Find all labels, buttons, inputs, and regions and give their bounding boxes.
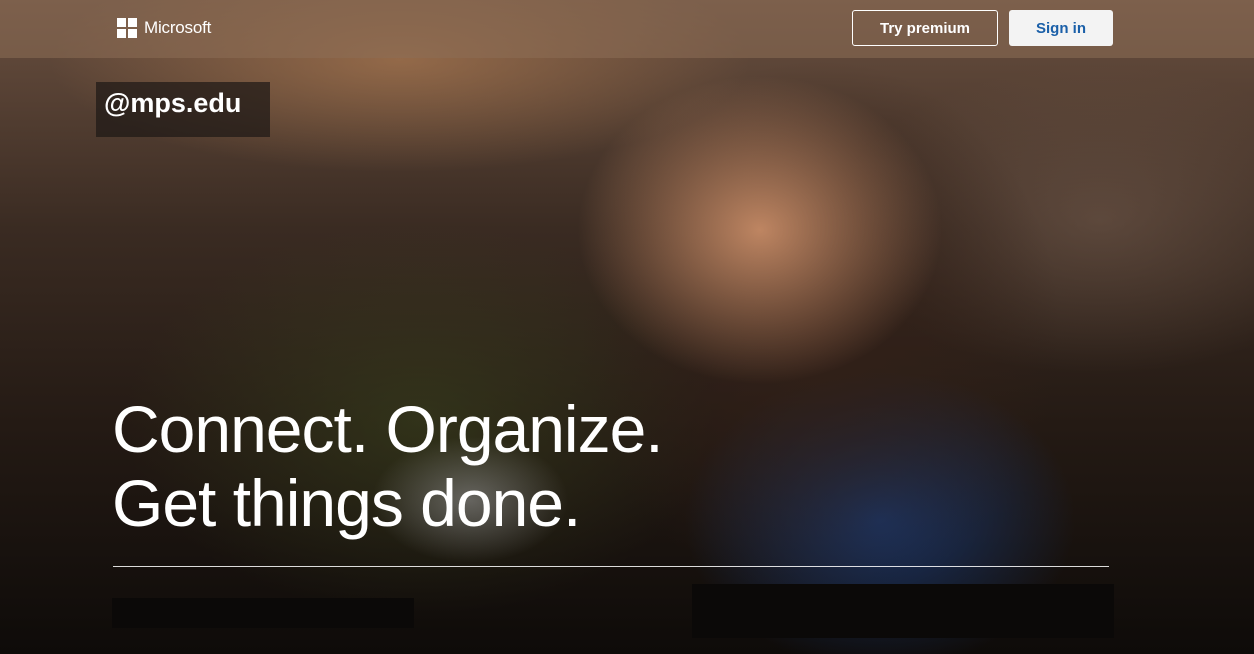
hero-headline: Connect. Organize. Get things done. bbox=[112, 392, 812, 540]
headline-line-1: Connect. Organize. bbox=[112, 392, 664, 466]
redacted-block-right bbox=[692, 584, 1114, 638]
top-navigation-bar: Microsoft Try premium Sign in bbox=[0, 0, 1254, 58]
microsoft-logo[interactable]: Microsoft bbox=[117, 18, 211, 38]
microsoft-logo-icon bbox=[117, 18, 137, 38]
try-premium-button[interactable]: Try premium bbox=[852, 10, 998, 46]
headline-line-2: Get things done. bbox=[112, 466, 581, 540]
sign-in-button[interactable]: Sign in bbox=[1009, 10, 1113, 46]
brand-name: Microsoft bbox=[144, 18, 212, 37]
redacted-block-left bbox=[112, 598, 414, 628]
domain-overlay-label: @mps.edu bbox=[96, 82, 270, 137]
hero-divider bbox=[113, 566, 1109, 567]
